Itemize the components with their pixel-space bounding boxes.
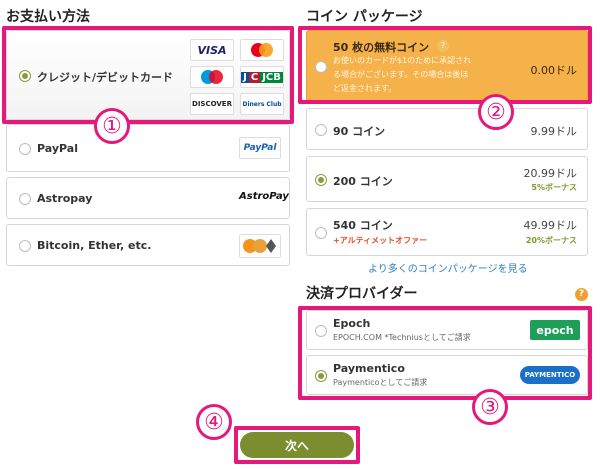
- crypto-label: Bitcoin, Ether, etc.: [37, 239, 152, 252]
- paypal-option[interactable]: PayPal PayPal: [6, 124, 290, 172]
- highlight-box-providers: [298, 306, 592, 400]
- payment-methods-title: お支払い方法: [6, 9, 90, 25]
- crypto-radio[interactable]: [19, 240, 31, 252]
- paypal-label: PayPal: [37, 142, 78, 155]
- coin-package-540-promo: +アルティメットオファー: [333, 236, 428, 245]
- paypal-logo-icon: PayPal: [239, 137, 281, 159]
- coin-package-90-label: 90 コイン: [333, 125, 386, 138]
- coin-package-540-label: 540 コイン: [333, 219, 393, 232]
- highlight-box-next-button: [234, 426, 360, 464]
- annotation-number-3: ③: [472, 389, 508, 425]
- coin-package-90[interactable]: 90 コイン 9.99ドル: [306, 108, 588, 150]
- coin-package-540[interactable]: 540 コイン +アルティメットオファー 49.99ドル 20%ボーナス: [306, 208, 588, 256]
- providers-help-text: ?: [578, 289, 585, 299]
- coin-package-90-price: 9.99ドル: [530, 125, 578, 138]
- coin-package-200-price: 20.99ドル: [523, 167, 578, 180]
- annotation-number-3-text: ③: [480, 394, 500, 420]
- annotation-number-4-text: ④: [204, 409, 224, 435]
- crypto-logo-icon: [239, 234, 281, 258]
- astropay-logo-icon: AstroPay: [239, 191, 289, 202]
- paypal-radio[interactable]: [19, 143, 31, 155]
- astropay-radio[interactable]: [19, 193, 31, 205]
- coin-package-200[interactable]: 200 コイン 20.99ドル 5%ボーナス: [306, 156, 588, 202]
- annotation-number-2-text: ②: [486, 99, 506, 125]
- providers-title: 決済プロバイダー: [306, 286, 418, 302]
- astropay-label: Astropay: [37, 192, 93, 205]
- crypto-option[interactable]: Bitcoin, Ether, etc.: [6, 224, 290, 266]
- annotation-number-4: ④: [196, 404, 232, 440]
- annotation-number-1: ①: [94, 108, 130, 144]
- highlight-box-free-coins: [298, 26, 592, 104]
- providers-help-icon[interactable]: ?: [575, 288, 588, 301]
- coin-package-540-price: 49.99ドル: [523, 219, 578, 232]
- coin-package-200-label: 200 コイン: [333, 175, 393, 188]
- coin-package-540-radio[interactable]: [315, 227, 327, 239]
- highlight-box-credit-card: [2, 26, 294, 124]
- coin-packages-title: コイン パッケージ: [306, 9, 423, 25]
- annotation-number-1-text: ①: [102, 113, 122, 139]
- coin-package-200-bonus: 5%ボーナス: [531, 183, 577, 192]
- annotation-number-2: ②: [478, 94, 514, 130]
- paypal-logo-text: PayPal: [243, 143, 277, 153]
- more-packages-link[interactable]: より多くのコインパッケージを見る: [368, 260, 528, 275]
- coin-package-200-radio[interactable]: [315, 174, 327, 186]
- coin-package-90-radio[interactable]: [315, 124, 327, 136]
- astropay-option[interactable]: Astropay AstroPay: [6, 177, 290, 219]
- coin-package-540-bonus: 20%ボーナス: [525, 236, 577, 245]
